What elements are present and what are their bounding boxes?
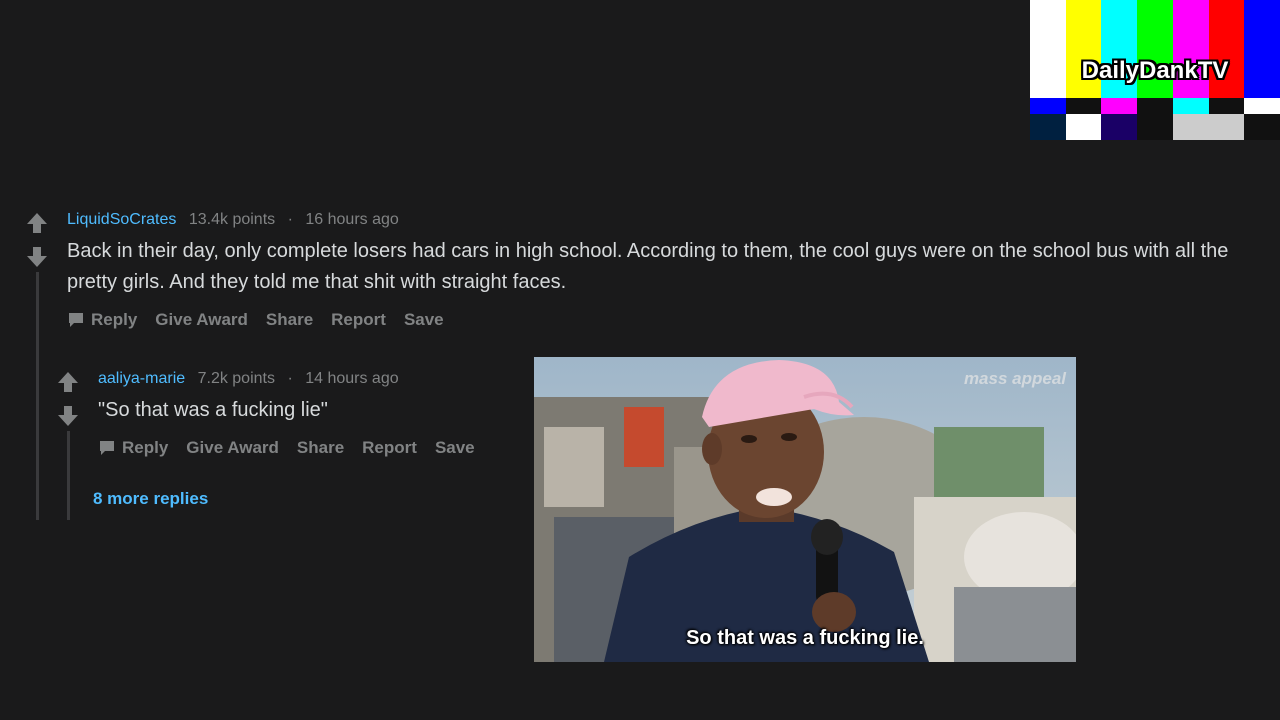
channel-name: DailyDankTV [1081,57,1229,84]
color-bar [1101,114,1138,140]
color-bar [1208,114,1245,140]
image-caption: So that was a fucking lie. [686,627,924,649]
upvote-icon[interactable] [57,371,79,393]
comment-body: "So that was a fucking lie" [98,399,328,421]
save-button[interactable]: Save [435,438,475,458]
downvote-icon[interactable] [57,405,79,427]
reply-button[interactable]: Reply [67,310,137,330]
give-award-button[interactable]: Give Award [186,438,279,458]
comment-meta: LiquidSoCrates 13.4k points · 16 hours a… [67,211,399,229]
color-bar [1208,98,1245,114]
thread-line[interactable] [67,431,70,520]
report-button[interactable]: Report [331,310,386,330]
meta-separator: · [287,370,293,387]
share-button[interactable]: Share [297,438,344,458]
color-bars-middle [1030,98,1280,114]
color-bar [1065,98,1102,114]
comment-body: Back in their day, only complete losers … [67,240,1229,293]
report-button[interactable]: Report [362,438,417,458]
watermark: mass appeal [963,369,1066,388]
thread-line[interactable] [36,272,39,520]
username[interactable]: aaliya-marie [98,370,185,387]
channel-logo: DailyDankTV [1030,0,1280,140]
points: 7.2k points [197,370,275,387]
color-bars-bottom [1030,114,1280,140]
color-bar [1137,114,1173,140]
color-bar [1030,98,1066,114]
color-bar [1172,98,1209,114]
save-button[interactable]: Save [404,310,444,330]
username[interactable]: LiquidSoCrates [67,211,176,228]
color-bar [1030,114,1066,140]
color-bar [1244,98,1280,114]
points: 13.4k points [188,211,276,228]
meta-separator: · [287,211,293,228]
reply-icon [100,441,114,455]
timestamp[interactable]: 16 hours ago [305,211,398,228]
meme-photo [534,357,1076,662]
downvote-icon[interactable] [26,246,48,268]
reply-icon [69,313,83,327]
comment-actions: Reply Give Award Share Report Save [67,310,462,330]
color-bar [1172,114,1209,140]
color-bar [1101,98,1138,114]
share-button[interactable]: Share [266,310,313,330]
reply-label: Reply [91,310,138,329]
comment-actions: Reply Give Award Share Report Save [98,438,493,458]
reply-label: Reply [122,438,169,457]
meme-image: mass appeal So that was a fucking lie. [534,357,1076,662]
upvote-icon[interactable] [26,212,48,234]
color-bar [1065,114,1102,140]
give-award-button[interactable]: Give Award [155,310,248,330]
timestamp[interactable]: 14 hours ago [305,370,398,387]
comment-meta: aaliya-marie 7.2k points · 14 hours ago [98,370,399,388]
reply-button[interactable]: Reply [98,438,168,458]
color-bar [1137,98,1173,114]
color-bar [1244,114,1280,140]
more-replies-link[interactable]: 8 more replies [93,489,208,509]
